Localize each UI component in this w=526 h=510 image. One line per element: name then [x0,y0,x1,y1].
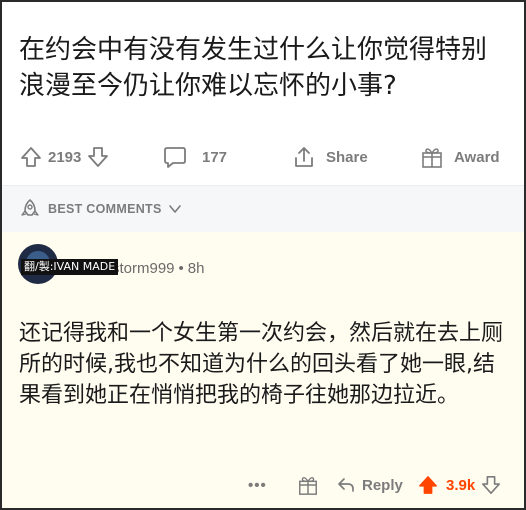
chevron-down-icon [168,205,181,213]
sort-label: BEST COMMENTS [48,202,162,216]
award-gift-icon [422,148,442,168]
reply-arrow-icon [338,478,354,492]
comment-author-line: storm999 • 8h [112,260,204,277]
comment-award-button[interactable] [297,470,319,500]
downvote-icon[interactable] [481,474,501,496]
comment-body: 还记得我和一个女生第一次约会，然后就在去上厕所的时候,我也不知道为什么的回头看了… [19,321,504,408]
screenshot-frame: 在约会中有没有发生过什么让你觉得特别浪漫至今仍让你难以忘怀的小事? 2193 1… [0,0,526,510]
share-label: Share [326,148,368,166]
username[interactable]: storm999 [112,260,175,277]
post-comment-count: 177 [202,148,228,166]
downvote-icon[interactable] [87,145,109,169]
award-label: Award [454,148,500,166]
post-title: 在约会中有没有发生过什么让你觉得特别浪漫至今仍让你难以忘怀的小事? [19,35,488,101]
share-button[interactable]: Share [292,142,374,172]
post-card: 在约会中有没有发生过什么让你觉得特别浪漫至今仍让你难以忘怀的小事? 2193 1… [2,2,524,185]
comment-sort-bar: BEST COMMENTS [2,185,524,232]
vote-group: 2193 [20,142,109,172]
comment-card: 翻/製:IVAN MADE storm999 • 8h 还记得我和一个女生第一次约会… [2,232,524,508]
rocket-icon [21,199,39,216]
comment-vote-group: 3.9k [418,470,501,500]
more-icon: ••• [248,476,267,494]
separator-dot: • [178,260,184,277]
award-gift-icon [299,477,317,495]
share-icon [295,147,313,167]
reply-label: Reply [362,476,403,494]
post-action-bar: 2193 177 Share Award [2,142,524,172]
award-button[interactable]: Award [420,142,506,172]
sort-dropdown[interactable]: BEST COMMENTS [20,198,182,220]
reply-button[interactable]: Reply [336,470,403,500]
comment-bubble-icon [164,147,186,168]
comment-action-bar: ••• Reply 3.9k [2,470,524,500]
post-vote-count: 2193 [48,148,82,166]
comments-button[interactable]: 177 [162,142,233,172]
upvote-filled-icon[interactable] [418,474,438,496]
more-options-button[interactable]: ••• [248,470,267,500]
watermark-label: 翻/製:IVAN MADE [21,259,119,275]
comment-age: 8h [187,260,205,277]
comment-score: 3.9k [446,476,476,494]
upvote-icon[interactable] [20,145,42,169]
